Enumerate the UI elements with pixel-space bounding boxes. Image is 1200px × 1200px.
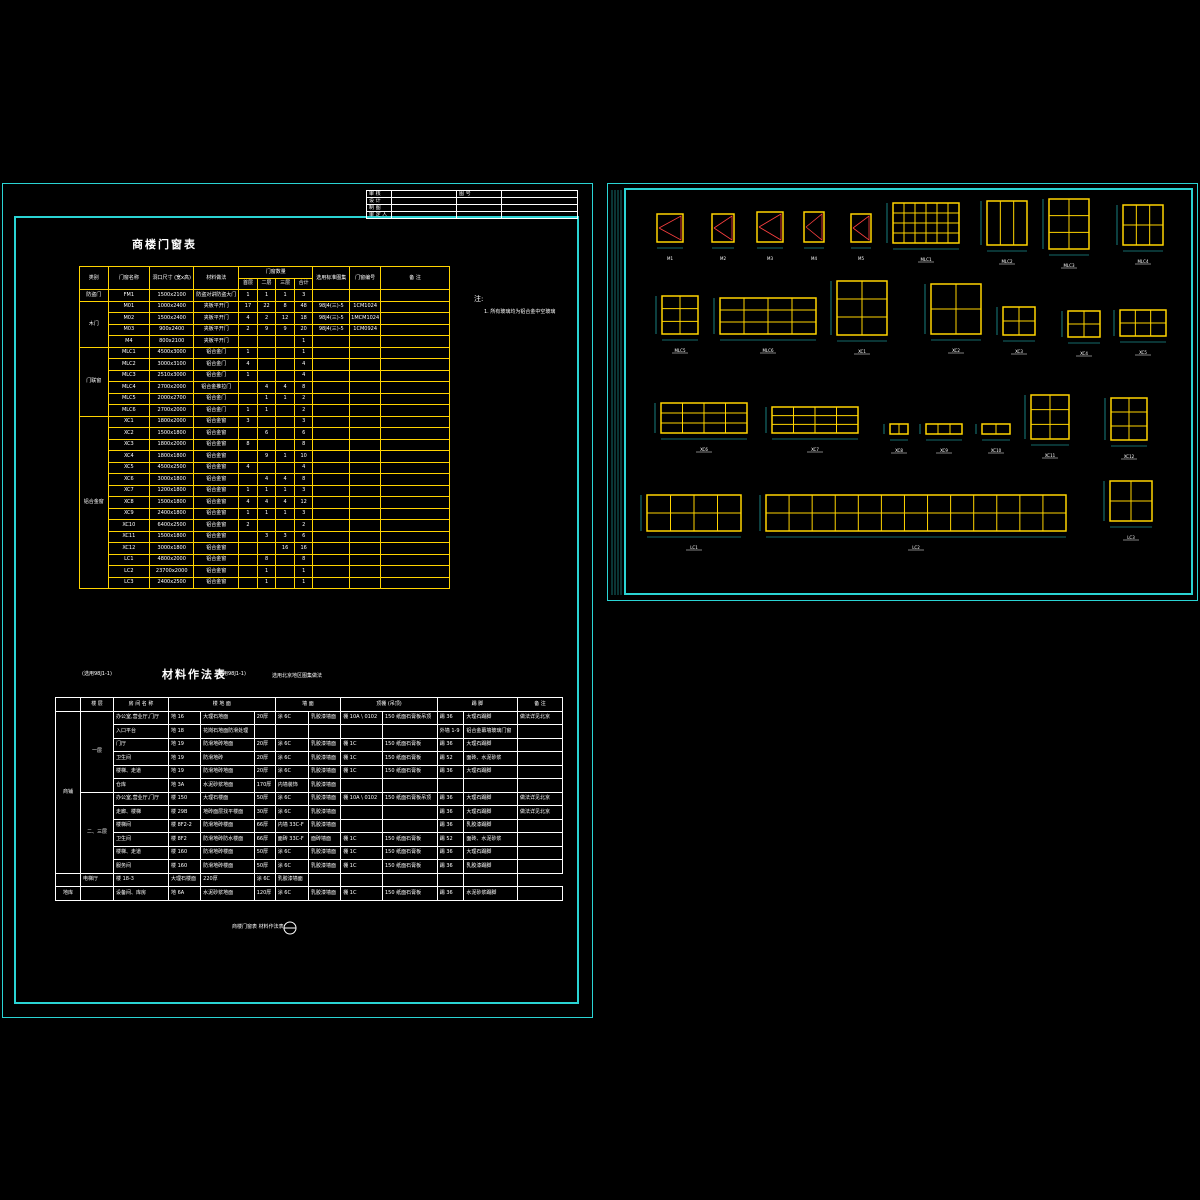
elevation-label: XC7 [811, 447, 819, 452]
window-frame [986, 200, 1028, 246]
elevation-label: MLC5 [674, 348, 685, 353]
elevation-label: XC12 [1124, 454, 1135, 459]
elevation-label: LC1 [690, 545, 698, 550]
elevation-label: LC3 [1127, 535, 1135, 540]
elevation-label: XC5 [1139, 350, 1147, 355]
elevation-label: XC9 [940, 448, 948, 453]
elevation-label: MLC1 [920, 257, 931, 262]
door-swing [758, 213, 782, 241]
door-frame [656, 213, 684, 243]
elevation-label: M4 [811, 256, 817, 261]
door-swing [658, 215, 682, 241]
elevation-label: M2 [720, 256, 726, 261]
door-swing [713, 215, 733, 241]
elevation-label: XC4 [1080, 351, 1088, 356]
elevation-label: XC8 [895, 448, 903, 453]
elevation-label: M1 [667, 256, 673, 261]
elevation-label: XC11 [1045, 453, 1056, 458]
elevation-label: MLC6 [762, 348, 773, 353]
door-swing [805, 213, 823, 241]
elevation-label: XC10 [991, 448, 1002, 453]
elevation-drawings: M1 M2 M3 M4 M5 MLC1 MLC2 MLC3 MLC4 MLC5 MLC6 XC1 XC2… [611, 190, 1167, 595]
elevation-label: XC1 [858, 349, 866, 354]
elevation-label: M5 [858, 256, 864, 261]
door-frame [711, 213, 735, 243]
elevation-label: XC6 [700, 447, 708, 452]
elevation-label: M3 [767, 256, 773, 261]
elevation-label: LC2 [912, 545, 920, 550]
elevation-label: MLC4 [1137, 259, 1148, 264]
door-frame [850, 213, 872, 243]
door-frame [756, 211, 784, 243]
door-swing [852, 215, 870, 241]
window-frame [925, 423, 963, 435]
elevation-label: XC2 [952, 348, 960, 353]
elevation-label: MLC2 [1001, 259, 1012, 264]
elevation-label: XC3 [1015, 349, 1023, 354]
elevation-label: MLC3 [1063, 263, 1074, 268]
door-frame [803, 211, 825, 243]
